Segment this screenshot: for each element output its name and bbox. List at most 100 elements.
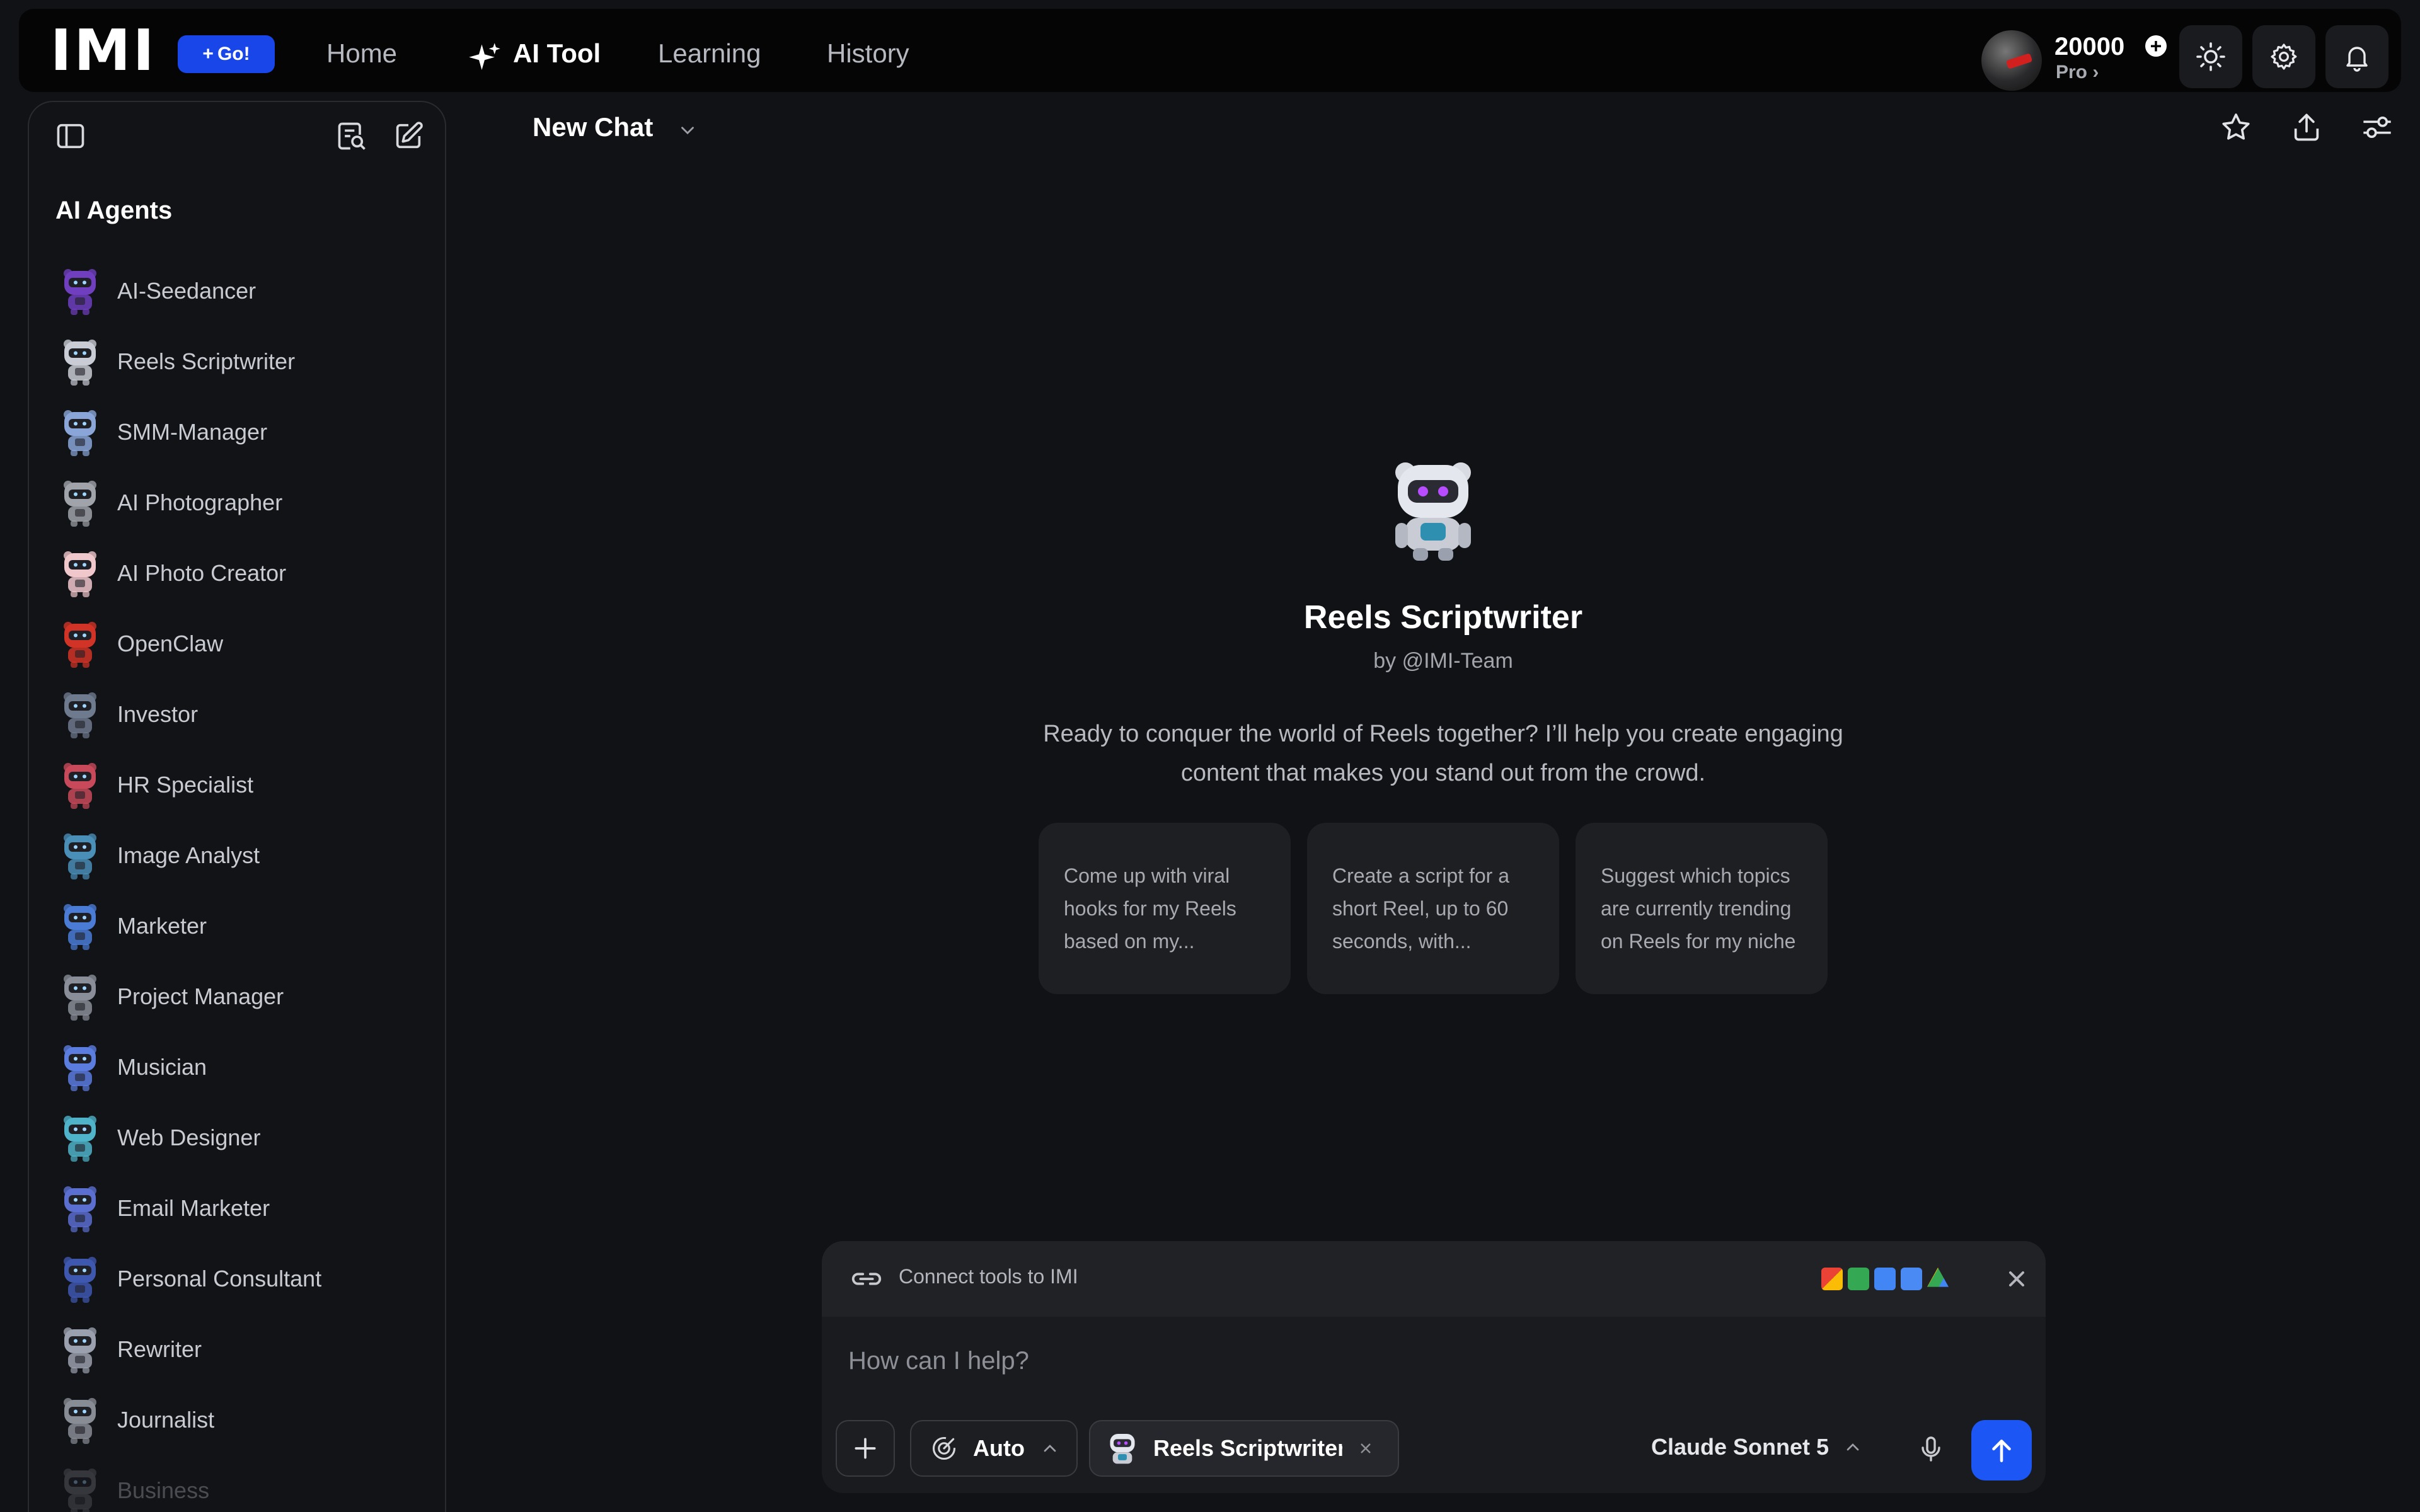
agents-sidebar: AI Agents AI-Seedancer Reels Scriptwriter… bbox=[28, 101, 446, 1512]
plan-label[interactable]: Pro › bbox=[2056, 62, 2099, 83]
suggestion-card[interactable]: Suggest which topics are currently trend… bbox=[1576, 823, 1828, 994]
agent-item-label: Reels Scriptwriter bbox=[117, 348, 296, 374]
favorite-button[interactable] bbox=[2217, 108, 2255, 146]
agent-item[interactable]: Business bbox=[29, 1455, 445, 1512]
agent-item[interactable]: Marketer bbox=[29, 891, 445, 961]
agent-item[interactable]: Project Manager bbox=[29, 961, 445, 1032]
voice-input-button[interactable] bbox=[1912, 1430, 1950, 1468]
model-selector[interactable]: Claude Sonnet 5 bbox=[1651, 1434, 1863, 1460]
remove-agent-icon[interactable] bbox=[1356, 1439, 1375, 1458]
agent-item-label: Image Analyst bbox=[117, 842, 260, 868]
link-icon bbox=[851, 1273, 882, 1285]
agent-item[interactable]: Personal Consultant bbox=[29, 1244, 445, 1314]
agent-item[interactable]: Web Designer bbox=[29, 1102, 445, 1173]
mode-selector[interactable]: Auto bbox=[910, 1420, 1078, 1477]
mode-label: Auto bbox=[973, 1435, 1025, 1461]
nav-home[interactable]: Home bbox=[326, 38, 397, 69]
sun-icon bbox=[2196, 42, 2225, 71]
agent-avatar-icon bbox=[64, 904, 96, 950]
agent-item[interactable]: AI Photographer bbox=[29, 467, 445, 538]
bell-icon bbox=[2346, 47, 2368, 72]
suggestion-text: Come up with viral hooks for my Reels ba… bbox=[1064, 864, 1236, 953]
plus-icon bbox=[855, 1438, 876, 1459]
nav-ai-tool[interactable]: AI Tool bbox=[513, 38, 601, 69]
agent-chip[interactable]: Reels Scriptwriter bbox=[1089, 1420, 1399, 1477]
imi-logo[interactable]: IMI bbox=[50, 23, 157, 79]
agent-item[interactable]: Email Marketer bbox=[29, 1173, 445, 1244]
agent-item[interactable]: HR Specialist bbox=[29, 750, 445, 820]
agent-item[interactable]: AI Photo Creator bbox=[29, 538, 445, 609]
send-button[interactable] bbox=[1971, 1420, 2032, 1480]
agent-avatar-icon bbox=[64, 622, 96, 668]
settings-button[interactable] bbox=[2252, 25, 2315, 88]
chat-settings-button[interactable] bbox=[2358, 108, 2396, 146]
agent-item[interactable]: AI-Seedancer bbox=[29, 256, 445, 326]
agent-item[interactable]: Journalist bbox=[29, 1385, 445, 1455]
agent-item[interactable]: SMM-Manager bbox=[29, 397, 445, 467]
sheets-icon bbox=[1848, 1268, 1869, 1290]
agent-item-label: HR Specialist bbox=[117, 772, 254, 798]
search-chats-icon bbox=[338, 122, 366, 150]
agent-item[interactable]: Investor bbox=[29, 679, 445, 750]
agent-item[interactable]: Reels Scriptwriter bbox=[29, 326, 445, 397]
gear-icon bbox=[2271, 43, 2297, 70]
docs-icon bbox=[1901, 1268, 1922, 1290]
theme-toggle-button[interactable] bbox=[2179, 25, 2242, 88]
user-avatar[interactable] bbox=[1981, 30, 2042, 91]
nav-history[interactable]: History bbox=[827, 38, 909, 69]
agent-description: Ready to conquer the world of Reels toge… bbox=[1043, 721, 1843, 786]
gmail-icon bbox=[1821, 1268, 1843, 1290]
prompt-input[interactable] bbox=[848, 1336, 2020, 1386]
agent-item[interactable]: Musician bbox=[29, 1032, 445, 1102]
sliders-icon bbox=[2363, 116, 2391, 139]
model-label: Claude Sonnet 5 bbox=[1651, 1434, 1829, 1460]
agent-item-label: Personal Consultant bbox=[117, 1266, 322, 1292]
agent-title: Reels Scriptwriter bbox=[1303, 599, 1583, 636]
agent-avatar-icon bbox=[64, 1398, 96, 1444]
close-icon[interactable] bbox=[2002, 1264, 2032, 1294]
agent-item-label: OpenClaw bbox=[117, 631, 224, 656]
go-upgrade-button[interactable]: + Go! bbox=[178, 35, 275, 73]
new-chat-button[interactable] bbox=[388, 116, 429, 156]
agent-avatar-icon bbox=[64, 763, 96, 809]
agent-item-label: Marketer bbox=[117, 913, 207, 939]
agent-avatar-icon bbox=[64, 410, 96, 456]
agent-item-label: AI Photo Creator bbox=[117, 560, 287, 586]
agent-avatar-icon bbox=[64, 833, 96, 879]
edit-icon bbox=[396, 122, 423, 149]
chevron-up-icon bbox=[1044, 1445, 1056, 1452]
chevron-down-icon[interactable] bbox=[677, 120, 698, 141]
agent-avatar-icon bbox=[64, 692, 96, 738]
agent-avatar-icon bbox=[64, 1469, 96, 1512]
arrow-up-icon bbox=[1992, 1440, 2011, 1462]
calendar-icon bbox=[1874, 1268, 1896, 1290]
agent-item-label: AI Photographer bbox=[117, 490, 283, 515]
connect-tools-bar[interactable]: Connect tools to IMI bbox=[822, 1241, 2046, 1317]
agent-avatar-icon bbox=[64, 551, 96, 597]
toggle-sidebar-button[interactable] bbox=[50, 116, 91, 156]
notifications-button[interactable] bbox=[2325, 25, 2388, 88]
suggestion-card[interactable]: Create a script for a short Reel, up to … bbox=[1307, 823, 1559, 994]
nav-learning[interactable]: Learning bbox=[658, 38, 761, 69]
agent-item[interactable]: Image Analyst bbox=[29, 820, 445, 891]
sidebar-panel-icon bbox=[57, 123, 84, 149]
agent-item-label: AI-Seedancer bbox=[117, 278, 256, 304]
agent-item[interactable]: OpenClaw bbox=[29, 609, 445, 679]
agent-avatar-icon bbox=[64, 1327, 96, 1373]
share-button[interactable] bbox=[2288, 108, 2325, 146]
go-badge-label: Go! bbox=[217, 43, 250, 64]
agent-item-label: SMM-Manager bbox=[117, 419, 268, 445]
agent-item-label: Investor bbox=[117, 701, 199, 727]
add-credits-icon[interactable]: + bbox=[2145, 35, 2167, 57]
reels-scriptwriter-chip-icon bbox=[1110, 1433, 1135, 1464]
credits-widget[interactable]: 20000 + Pro › bbox=[1979, 23, 2168, 91]
search-chats-button[interactable] bbox=[331, 116, 372, 156]
suggestion-card[interactable]: Come up with viral hooks for my Reels ba… bbox=[1039, 823, 1291, 994]
chat-title[interactable]: New Chat bbox=[533, 112, 653, 142]
agent-item-label: Email Marketer bbox=[117, 1195, 270, 1221]
agent-item-label: Business bbox=[117, 1477, 210, 1503]
suggestion-text: Suggest which topics are currently trend… bbox=[1601, 864, 1796, 953]
attach-button[interactable] bbox=[836, 1420, 895, 1477]
agent-avatar-icon bbox=[64, 1045, 96, 1091]
agent-item[interactable]: Rewriter bbox=[29, 1314, 445, 1385]
